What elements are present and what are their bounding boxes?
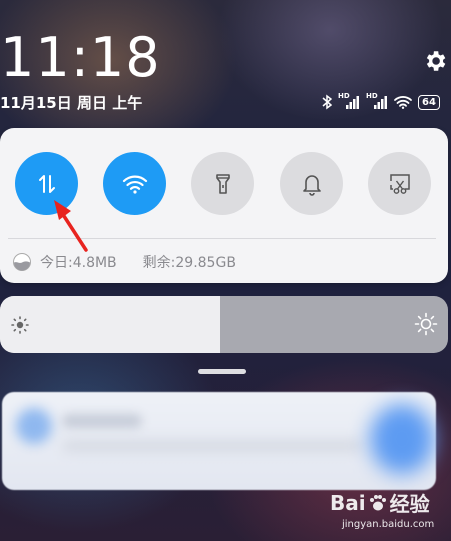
signal-1-icon: HD [338, 92, 360, 110]
signal-2-icon: HD [366, 92, 388, 110]
notification-card-blurred[interactable] [2, 392, 436, 490]
brightness-high-icon [414, 312, 438, 336]
paw-logo-icon [369, 494, 386, 510]
watermark-url: jingyan.baidu.com [342, 519, 435, 530]
settings-gear-icon[interactable] [422, 48, 448, 74]
data-usage-row[interactable]: 今日:4.8MB 剩余:29.85GB [12, 252, 236, 272]
panel-drag-handle[interactable] [198, 369, 246, 374]
brightness-slider[interactable] [0, 296, 448, 353]
brightness-low-icon [11, 316, 29, 334]
date-label: 11月15日 周日 上午 [0, 94, 143, 112]
brightness-fill [0, 296, 220, 353]
panel-divider [8, 238, 436, 239]
watermark-logo-text: Bai [330, 490, 366, 515]
quick-settings-panel: 今日:4.8MB 剩余:29.85GB [0, 128, 448, 283]
data-usage-today: 今日:4.8MB [40, 255, 117, 271]
data-arrows-icon [38, 174, 55, 193]
battery-icon: 64 [418, 94, 440, 110]
bell-icon [302, 174, 321, 196]
toggle-flashlight[interactable] [191, 152, 254, 215]
toggle-wifi[interactable] [103, 152, 166, 215]
data-usage-remaining: 剩余:29.85GB [142, 255, 236, 271]
wifi-icon [122, 175, 147, 194]
screenshot-scissors-icon [389, 173, 410, 194]
toggle-screenshot[interactable] [368, 152, 431, 215]
bluetooth-icon [322, 94, 332, 110]
toggle-mobile-data[interactable] [15, 152, 78, 215]
status-icons: HD HD 64 [322, 92, 440, 111]
watermark-logo-suffix: 经验 [389, 492, 430, 516]
lock-time: 11:18 [0, 26, 161, 89]
baidu-jingyan-watermark: Bai 经验 jingyan.baidu.com [330, 488, 435, 531]
toggle-ring[interactable] [280, 152, 343, 215]
battery-level: 64 [422, 96, 436, 108]
flashlight-icon [215, 173, 230, 194]
wifi-status-icon [394, 96, 412, 109]
data-usage-icon [13, 253, 31, 271]
